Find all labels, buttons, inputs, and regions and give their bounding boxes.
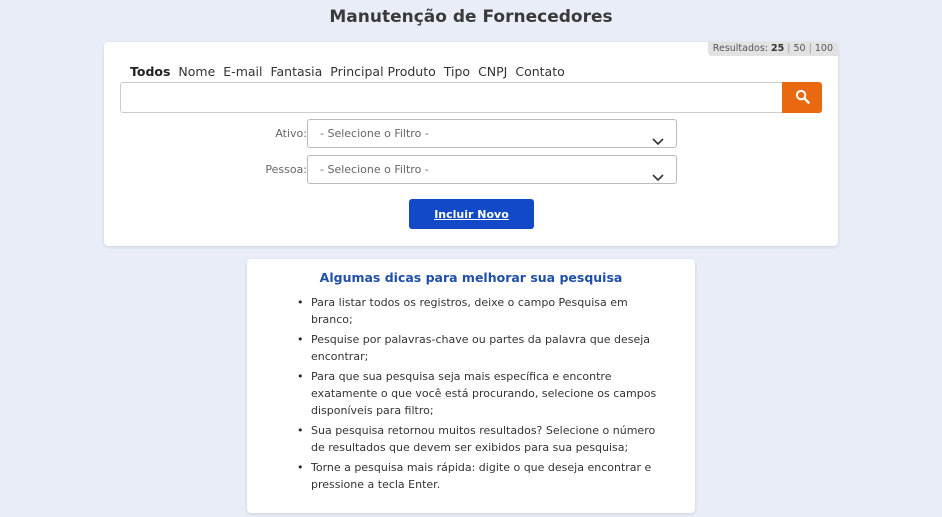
- list-item: • Torne a pesquisa mais rápida: digite o …: [297, 461, 652, 491]
- list-item: • Para que sua pesquisa seja mais específ…: [297, 370, 657, 417]
- pessoa-select-value: - Selecione o Filtro -: [320, 163, 429, 176]
- chevron-down-icon: [652, 165, 664, 192]
- results-option-100[interactable]: 100: [815, 43, 833, 54]
- list-item: • Sua pesquisa retornou muitos resultados…: [297, 424, 656, 454]
- tips-title: Algumas dicas para melhorar sua pesquisa: [319, 270, 623, 285]
- tips-panel: Algumas dicas para melhorar sua pesquisa…: [247, 259, 695, 513]
- filter-tab-email[interactable]: E-mail: [223, 64, 262, 79]
- filter-tab-fantasia[interactable]: Fantasia: [270, 64, 322, 79]
- page-title: Manutenção de Fornecedores: [329, 7, 613, 27]
- filter-tab-cnpj[interactable]: CNPJ: [478, 64, 507, 79]
- incluir-novo-button[interactable]: Incluir Novo: [409, 199, 534, 229]
- filter-tab-tipo[interactable]: Tipo: [444, 64, 470, 79]
- search-panel: Resultados: 25 | 50 | 100 Todos Nome E-m…: [104, 42, 838, 246]
- filter-tabs: Todos Nome E-mail Fantasia Principal Pro…: [130, 64, 569, 79]
- pessoa-row: Pessoa: - Selecione o Filtro -: [104, 155, 838, 184]
- list-item: • Pesquise por palavras-chave ou partes d…: [297, 333, 651, 363]
- results-option-25[interactable]: 25: [771, 43, 784, 54]
- search-row: [120, 82, 822, 113]
- search-icon: [795, 89, 810, 107]
- search-input[interactable]: [120, 82, 783, 113]
- ativo-label: Ativo:: [275, 127, 307, 140]
- results-per-page: Resultados: 25 | 50 | 100: [707, 42, 838, 56]
- ativo-select-value: - Selecione o Filtro -: [320, 127, 429, 140]
- filter-tab-principal-produto[interactable]: Principal Produto: [330, 64, 435, 79]
- results-label: Resultados:: [712, 43, 768, 54]
- results-option-50[interactable]: 50: [794, 43, 806, 54]
- search-button[interactable]: [782, 82, 822, 113]
- filter-tab-nome[interactable]: Nome: [178, 64, 215, 79]
- filter-tab-contato[interactable]: Contato: [515, 64, 564, 79]
- tips-list: • Para listar todos os registros, deixe o…: [297, 294, 667, 496]
- list-item: • Para listar todos os registros, deixe o…: [297, 296, 628, 326]
- filter-tab-todos[interactable]: Todos: [130, 64, 170, 79]
- pessoa-label: Pessoa:: [265, 163, 307, 176]
- ativo-row: Ativo: - Selecione o Filtro -: [104, 119, 838, 148]
- pessoa-select[interactable]: - Selecione o Filtro -: [307, 155, 677, 184]
- chevron-down-icon: [652, 129, 664, 156]
- ativo-select[interactable]: - Selecione o Filtro -: [307, 119, 677, 148]
